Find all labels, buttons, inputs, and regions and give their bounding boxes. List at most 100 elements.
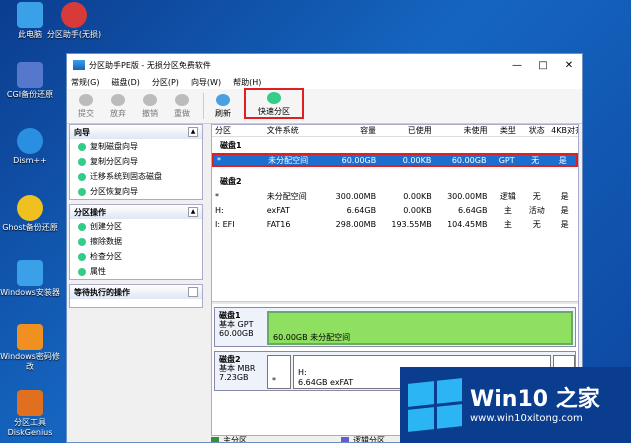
desktop-icon-label: Windows密码修改	[0, 352, 60, 371]
partition-op-item[interactable]: 属性	[70, 264, 202, 279]
table-row[interactable]: I: EFI FAT16 298.00MB 193.55MB 104.45MB …	[212, 217, 578, 231]
desktop-icon-label: Dism++	[13, 156, 47, 165]
desktop-icon-label: Ghost备份还原	[2, 223, 58, 232]
col-header[interactable]: 文件系统	[264, 125, 324, 136]
col-header[interactable]: 分区	[212, 125, 264, 136]
collapse-icon[interactable]: ▲	[188, 127, 198, 137]
discard-icon	[111, 94, 125, 106]
table-row[interactable]: * 未分配空间 60.00GB 0.00KB 60.00GB GPT 无 是	[212, 153, 578, 167]
maximize-button[interactable]: □	[530, 60, 556, 71]
cell: 300.00MB	[335, 191, 377, 201]
cell: 6.64GB	[346, 205, 377, 215]
desktop-icon-diskgenius[interactable]: 分区工具DiskGenius	[0, 390, 60, 438]
toolbar: 提交 放弃 撤销 重做 刷新 快速分区	[67, 88, 582, 124]
toolbar-separator	[203, 93, 204, 119]
partition-bar-label: *	[272, 376, 276, 385]
partition-bar-label: 60.00GB 未分配空间	[273, 333, 351, 342]
disk-map-1[interactable]: 磁盘1 基本 GPT 60.00GB 60.00GB 未分配空间	[214, 307, 576, 347]
installer-icon	[17, 260, 43, 286]
cell: 无	[532, 219, 541, 229]
partition-op-item[interactable]: 擦除数据	[70, 234, 202, 249]
menu-partition[interactable]: 分区(P)	[152, 77, 179, 88]
desktop-icon-partition-assistant[interactable]: 分区助手(无损)	[44, 2, 104, 40]
partition-op-item[interactable]: 检查分区	[70, 249, 202, 264]
wipe-icon	[78, 237, 86, 246]
menu-general[interactable]: 常规(G)	[71, 77, 99, 88]
disk-name: 磁盘1	[219, 311, 241, 320]
partition-op-label: 检查分区	[90, 252, 122, 261]
computer-icon	[17, 2, 43, 28]
cell: 60.00GB	[341, 155, 377, 165]
window-title: 分区助手PE版 - 无损分区免费软件	[89, 60, 211, 70]
partition-bar-info: 6.64GB exFAT	[298, 378, 354, 387]
refresh-icon	[216, 94, 230, 106]
pending-title: 等待执行的操作	[74, 287, 130, 297]
table-row[interactable]: H: exFAT 6.64GB 0.00KB 6.64GB 主 活动 是	[212, 203, 578, 217]
collapse-icon[interactable]: ▲	[188, 207, 198, 217]
cell: 300.00MB	[447, 191, 488, 201]
partition-op-label: 创建分区	[90, 222, 122, 231]
disk-map-label: 磁盘1 基本 GPT 60.00GB	[219, 311, 254, 338]
cell: 主	[503, 219, 512, 229]
table-header: 分区 文件系统 容量 已使用 未使用 类型 状态 4KB对齐	[212, 125, 578, 137]
properties-icon	[78, 267, 86, 276]
cell: I: EFI	[215, 219, 235, 229]
cell: 0.00KB	[403, 205, 432, 215]
wizard-item[interactable]: 迁移系统到固态磁盘	[70, 169, 202, 184]
col-header[interactable]: 状态	[522, 125, 548, 136]
partition-bar[interactable]: 60.00GB 未分配空间	[267, 311, 573, 345]
wizard-icon	[78, 142, 86, 151]
cell: 298.00MB	[335, 219, 377, 229]
col-header[interactable]: 4KB对齐	[548, 125, 578, 136]
partition-ops-header[interactable]: 分区操作 ▲	[70, 205, 202, 219]
cell: 6.64GB	[457, 205, 488, 215]
wizard-item[interactable]: 复制分区向导	[70, 154, 202, 169]
desktop-icon-label: 分区工具DiskGenius	[7, 418, 53, 437]
wizard-item-label: 分区恢复向导	[90, 187, 138, 196]
refresh-button[interactable]: 刷新	[208, 94, 238, 119]
desktop-icon-dism[interactable]: Dism++	[0, 128, 60, 166]
cell: exFAT	[266, 205, 290, 215]
menu-wizard[interactable]: 向导(W)	[191, 77, 221, 88]
col-header[interactable]: 未使用	[435, 125, 491, 136]
desktop-icon-cgi[interactable]: CGI备份还原	[0, 62, 60, 100]
col-header[interactable]: 已使用	[379, 125, 435, 136]
partition-op-item[interactable]: 创建分区	[70, 219, 202, 234]
desktop-icon-password[interactable]: Windows密码修改	[0, 324, 60, 372]
menu-disk[interactable]: 磁盘(D)	[111, 77, 139, 88]
wizard-panel: 向导 ▲ 复制磁盘向导 复制分区向导 迁移系统到固态磁盘 分区恢复向导	[69, 124, 203, 200]
undo-button[interactable]: 撤销	[135, 94, 165, 119]
wizard-item[interactable]: 分区恢复向导	[70, 184, 202, 199]
wizard-item[interactable]: 复制磁盘向导	[70, 139, 202, 154]
splitter[interactable]	[212, 301, 578, 304]
quick-partition-button[interactable]: 快速分区	[244, 88, 304, 119]
logo-title: Win10 之家	[470, 386, 600, 412]
cell: 无	[531, 155, 540, 165]
pending-header[interactable]: 等待执行的操作	[70, 285, 202, 299]
menu-help[interactable]: 帮助(H)	[233, 77, 261, 88]
discard-button[interactable]: 放弃	[103, 94, 133, 119]
partition-ops-panel: 分区操作 ▲ 创建分区 擦除数据 检查分区 属性	[69, 204, 203, 280]
key-icon	[17, 324, 43, 350]
legend-primary: 主分区	[223, 435, 247, 443]
cell: GPT	[498, 155, 515, 165]
undo-label: 撤销	[142, 109, 158, 118]
col-header[interactable]: 类型	[490, 125, 522, 136]
refresh-label: 刷新	[215, 109, 231, 118]
partition-bar[interactable]: *	[267, 355, 291, 389]
desktop-icon-label: 分区助手(无损)	[46, 30, 102, 39]
cell: 是	[558, 155, 567, 165]
table-row[interactable]: * 未分配空间 300.00MB 0.00KB 300.00MB 逻辑 无 是	[212, 189, 578, 203]
close-button[interactable]: ✕	[556, 60, 582, 71]
redo-button[interactable]: 重做	[167, 94, 197, 119]
minimize-button[interactable]: —	[504, 60, 530, 71]
col-header[interactable]: 容量	[323, 125, 379, 136]
submit-button[interactable]: 提交	[71, 94, 101, 119]
collapse-icon[interactable]	[188, 287, 198, 297]
desktop-icon-windows-installer[interactable]: Windows安装器	[0, 260, 60, 298]
disk-size: 60.00GB	[219, 329, 254, 338]
desktop-icon-ghost[interactable]: Ghost备份还原	[0, 195, 60, 233]
wizard-panel-header[interactable]: 向导 ▲	[70, 125, 202, 139]
gear-icon	[17, 128, 43, 154]
check-icon	[78, 252, 86, 261]
